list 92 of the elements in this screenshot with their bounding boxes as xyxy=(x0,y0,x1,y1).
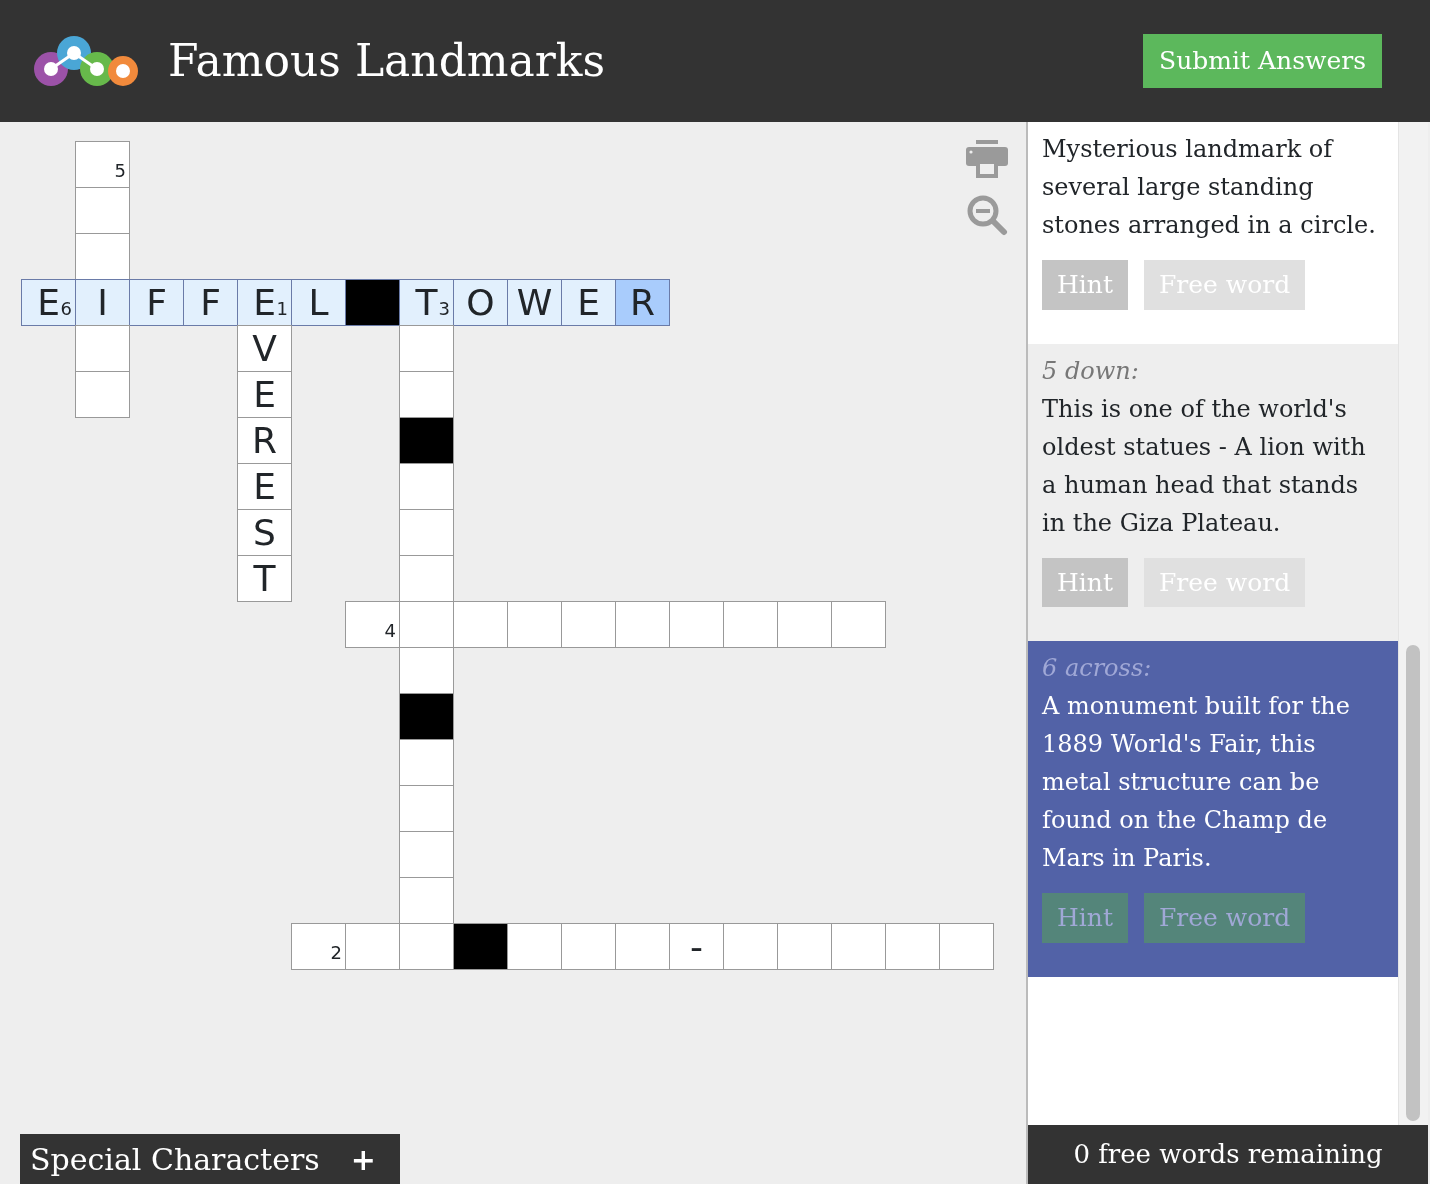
clue-number: 2 xyxy=(330,944,342,962)
crossword-cell[interactable]: E xyxy=(237,371,292,418)
crossword-cell[interactable]: 2 xyxy=(291,923,346,970)
expand-toggle[interactable]: + xyxy=(350,1136,376,1182)
clue-number: 6 xyxy=(60,300,72,318)
crossword-cell[interactable] xyxy=(939,923,994,970)
crossword-cell[interactable] xyxy=(399,463,454,510)
clue-label: 6 across: xyxy=(1042,653,1153,684)
crossword-cell[interactable]: R xyxy=(615,279,670,326)
crossword-cell[interactable] xyxy=(399,509,454,556)
crossword-cell[interactable] xyxy=(75,233,130,280)
cell-letter: W xyxy=(516,284,553,321)
cell-letter: E xyxy=(253,468,276,505)
cell-letter: F xyxy=(200,284,221,321)
clue-text: Mysterious landmark of several large standing stones arranged in a circle. xyxy=(1042,134,1377,241)
print-icon[interactable] xyxy=(966,140,1008,178)
crossword-cell[interactable] xyxy=(723,601,778,648)
crossword-cell[interactable] xyxy=(399,739,454,786)
clue-number: 5 xyxy=(114,162,126,180)
crossword-cell[interactable] xyxy=(399,831,454,878)
crossword-cell[interactable] xyxy=(507,923,562,970)
zoom-out-icon[interactable] xyxy=(966,194,1008,236)
cell-letter: V xyxy=(252,330,277,367)
crossword-cell[interactable] xyxy=(723,923,778,970)
crossword-cell[interactable] xyxy=(399,371,454,418)
clue-text: A monument built for the 1889 World's Fair, this metal structure can be found on the Champ de Mars in Paris. xyxy=(1042,691,1351,874)
cell-letter: - xyxy=(690,928,703,965)
crossword-cell[interactable]: E 1 xyxy=(237,279,292,326)
cell-letter: R xyxy=(252,422,277,459)
cell-letter: R xyxy=(630,284,655,321)
crossword-cell[interactable]: L xyxy=(291,279,346,326)
crossword-cell[interactable]: 5 xyxy=(75,141,130,188)
cell-letter: T xyxy=(253,560,276,597)
crossword-cell[interactable] xyxy=(615,601,670,648)
crossword-cell[interactable] xyxy=(399,923,454,970)
clue-label: 5 down: xyxy=(1042,355,1140,387)
crossword-cell[interactable]: E6 xyxy=(21,279,76,326)
crossword-cell[interactable] xyxy=(777,601,832,648)
cell-letter: S xyxy=(253,514,276,551)
clue-number: 1 xyxy=(276,300,288,318)
crossword-cell[interactable]: - xyxy=(669,923,724,970)
crossword-cell[interactable] xyxy=(399,647,454,694)
clue-number: 4 xyxy=(384,622,396,640)
crossword-cell[interactable]: F xyxy=(183,279,238,326)
free-words-status: 0 free words remaining xyxy=(1028,1125,1428,1184)
crossword-cell[interactable] xyxy=(75,325,130,372)
crossword-cell[interactable] xyxy=(561,601,616,648)
special-characters-bar[interactable]: Special Characters + xyxy=(20,1134,400,1184)
crossword-cell[interactable]: T xyxy=(237,555,292,602)
crossword-cell[interactable] xyxy=(345,923,400,970)
crossword-cell[interactable] xyxy=(399,785,454,832)
scrollbar-thumb[interactable] xyxy=(1406,645,1420,1121)
special-characters-label: Special Characters xyxy=(30,1140,320,1179)
crossword-cell[interactable]: V xyxy=(237,325,292,372)
cell-letter: T xyxy=(415,284,438,321)
crossword-cell[interactable]: 4 xyxy=(345,601,400,648)
clue-number: 3 xyxy=(438,300,450,318)
crossword-cell[interactable]: S xyxy=(237,509,292,556)
crossword-cell[interactable] xyxy=(885,923,940,970)
crossword-cell[interactable] xyxy=(507,601,562,648)
crossword-cell[interactable] xyxy=(399,601,454,648)
cell-letter: I xyxy=(97,284,108,321)
scrollbar[interactable] xyxy=(1398,122,1428,1125)
crossword-cell[interactable] xyxy=(831,601,886,648)
crossword-cell[interactable]: F xyxy=(129,279,184,326)
crossword-cell[interactable] xyxy=(399,877,454,924)
crossword-cell[interactable]: W xyxy=(507,279,562,326)
cell-letter: L xyxy=(308,284,329,321)
crossword-cell[interactable]: I xyxy=(75,279,130,326)
crossword-cell[interactable]: R xyxy=(237,417,292,464)
crossword-cell[interactable] xyxy=(75,371,130,418)
crossword-cell[interactable] xyxy=(399,325,454,372)
cell-letter: O xyxy=(466,284,495,321)
crossword-cell[interactable] xyxy=(669,601,724,648)
crossword-cell[interactable] xyxy=(399,555,454,602)
crossword-cell[interactable] xyxy=(615,923,670,970)
crossword-cell[interactable]: T3 xyxy=(399,279,454,326)
app-title: Famous Landmarks xyxy=(168,34,606,88)
crossword-cell[interactable]: E xyxy=(237,463,292,510)
crossword-cell[interactable] xyxy=(561,923,616,970)
cell-letter: E xyxy=(37,284,60,321)
cell-letter: E xyxy=(577,284,600,321)
cell-letter: E xyxy=(253,376,276,413)
crossword-cell[interactable] xyxy=(777,923,832,970)
crossword-cell[interactable] xyxy=(75,187,130,234)
cell-letter: E xyxy=(253,284,276,321)
cell-letter: F xyxy=(146,284,167,321)
crossword-cell[interactable]: O xyxy=(453,279,508,326)
clue-text: This is one of the world's oldest statues - A lion with a human head that stands in the Giza Plateau. xyxy=(1042,393,1367,539)
crossword-cell[interactable]: E xyxy=(561,279,616,326)
crossword-cell[interactable] xyxy=(453,601,508,648)
crossword-cell[interactable] xyxy=(831,923,886,970)
